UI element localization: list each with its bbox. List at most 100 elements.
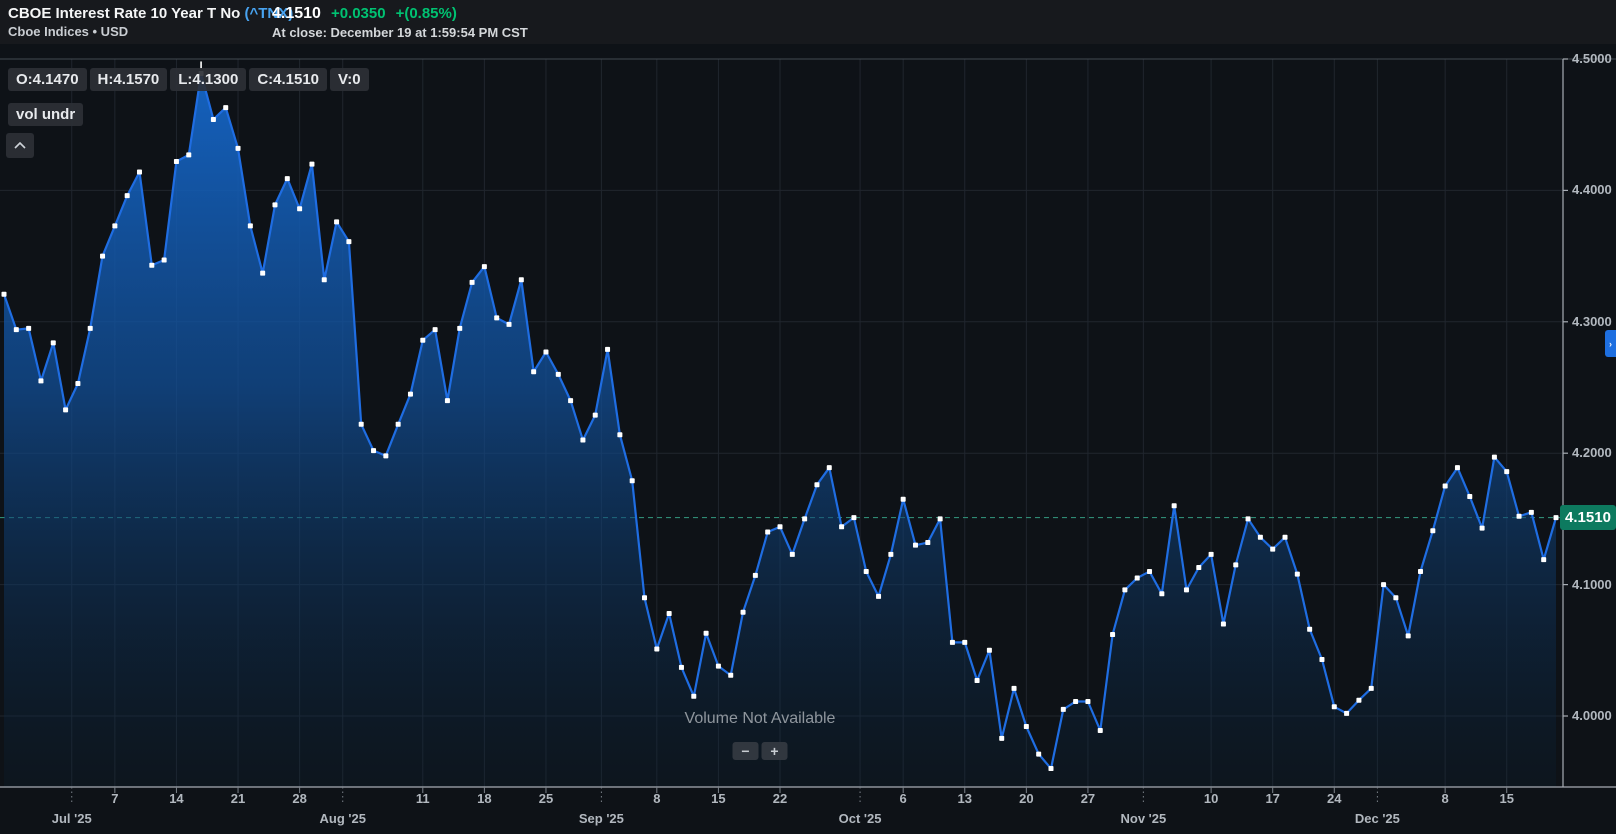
data-point-marker xyxy=(1208,551,1214,557)
x-axis-label: 8 xyxy=(653,791,661,806)
price-chart-canvas[interactable] xyxy=(0,0,1616,834)
data-point-marker xyxy=(999,735,1005,741)
data-point-marker xyxy=(149,262,155,268)
ohlc-open: O:4.1470 xyxy=(8,68,87,91)
data-point-marker xyxy=(87,325,93,331)
data-point-marker xyxy=(1159,591,1165,597)
x-axis-label: 28 xyxy=(292,791,307,806)
data-point-marker xyxy=(1307,626,1313,632)
data-point-marker xyxy=(765,529,771,535)
data-point-marker xyxy=(888,551,894,557)
data-point-marker xyxy=(617,432,623,438)
data-point-marker xyxy=(777,524,783,530)
x-axis-label: 8 xyxy=(1441,791,1449,806)
x-axis-label: 18 xyxy=(477,791,492,806)
data-point-marker xyxy=(1294,571,1300,577)
data-point-marker xyxy=(420,337,426,343)
x-axis-label: 14 xyxy=(169,791,184,806)
x-axis-label: 15 xyxy=(711,791,726,806)
data-point-marker xyxy=(568,398,574,404)
x-axis-label: 27 xyxy=(1080,791,1096,806)
data-point-marker xyxy=(1122,587,1128,593)
x-axis-label: 11 xyxy=(415,791,430,806)
data-point-marker xyxy=(629,478,635,484)
x-axis-label: 6 xyxy=(899,791,907,806)
data-point-marker xyxy=(789,551,795,557)
data-point-marker xyxy=(666,611,672,617)
tnx-chart-app: CBOE Interest Rate 10 Year T No (^TNX) C… xyxy=(0,0,1616,834)
x-axis-label: 20 xyxy=(1019,791,1034,806)
data-point-marker xyxy=(161,257,167,263)
data-point-marker xyxy=(124,193,130,199)
data-point-marker xyxy=(1541,557,1547,563)
data-point-marker xyxy=(1220,621,1226,627)
data-point-marker xyxy=(1196,565,1202,571)
zoom-out-button[interactable]: − xyxy=(732,742,759,760)
data-point-marker xyxy=(1393,595,1399,601)
data-point-marker xyxy=(839,524,845,530)
data-point-marker xyxy=(1036,751,1042,757)
data-point-marker xyxy=(1147,568,1153,574)
volume-zoom-controls: − + xyxy=(732,742,788,760)
x-axis-label: 21 xyxy=(230,791,246,806)
y-axis-label: 4.5000 xyxy=(1572,51,1612,66)
data-point-marker xyxy=(531,369,537,375)
data-point-marker xyxy=(1344,710,1350,716)
data-point-marker xyxy=(802,516,808,522)
data-point-marker xyxy=(1442,483,1448,489)
collapse-indicator-button[interactable] xyxy=(6,133,34,158)
data-point-marker xyxy=(580,437,586,443)
data-point-marker xyxy=(1,291,7,297)
data-point-marker xyxy=(592,412,598,418)
data-point-marker xyxy=(1110,632,1116,638)
data-point-marker xyxy=(494,315,500,321)
panel-expand-tab[interactable]: › xyxy=(1605,330,1616,357)
data-point-marker xyxy=(1479,525,1485,531)
x-axis-label: 22 xyxy=(772,791,788,806)
zoom-in-button[interactable]: + xyxy=(761,742,788,760)
data-point-marker xyxy=(1097,727,1103,733)
data-point-marker xyxy=(1257,534,1263,540)
data-point-marker xyxy=(136,169,142,175)
x-axis-month-label: Aug '25 xyxy=(319,811,366,826)
data-point-marker xyxy=(309,161,315,167)
y-axis-label: 4.0000 xyxy=(1572,708,1612,723)
ohlc-low: L:4.1300 xyxy=(170,68,247,91)
chevron-up-icon xyxy=(14,142,26,149)
data-point-marker xyxy=(814,482,820,488)
data-point-marker xyxy=(1381,582,1387,588)
x-axis-label: 7 xyxy=(111,791,119,806)
data-point-marker xyxy=(1467,494,1473,500)
data-point-marker xyxy=(247,223,253,229)
x-axis-label: 10 xyxy=(1203,791,1219,806)
data-point-marker xyxy=(678,664,684,670)
data-point-marker xyxy=(900,496,906,502)
data-point-marker xyxy=(407,391,413,397)
data-point-marker xyxy=(863,568,869,574)
x-axis-month-label: Sep '25 xyxy=(578,811,624,826)
data-point-marker xyxy=(1454,465,1460,471)
data-point-marker xyxy=(1331,704,1337,710)
data-point-marker xyxy=(1171,503,1177,509)
data-point-marker xyxy=(925,540,931,546)
data-point-marker xyxy=(642,595,648,601)
x-axis-month-label: Dec '25 xyxy=(1354,811,1400,826)
data-point-marker xyxy=(691,693,697,699)
x-axis-label: 24 xyxy=(1327,791,1342,806)
data-point-marker xyxy=(1060,706,1066,712)
volume-indicator-chip[interactable]: vol undr xyxy=(8,103,84,126)
data-point-marker xyxy=(949,639,955,645)
data-point-marker xyxy=(937,516,943,522)
data-point-marker xyxy=(851,515,857,521)
data-point-marker xyxy=(334,219,340,225)
data-point-marker xyxy=(395,421,401,427)
data-point-marker xyxy=(1023,724,1029,730)
x-axis-label: 15 xyxy=(1499,791,1514,806)
x-axis-month-label: Oct '25 xyxy=(838,811,882,826)
data-point-marker xyxy=(444,398,450,404)
data-point-marker xyxy=(962,639,968,645)
data-point-marker xyxy=(1233,562,1239,568)
data-point-marker xyxy=(50,340,56,346)
data-point-marker xyxy=(740,609,746,615)
data-point-marker xyxy=(13,327,19,333)
